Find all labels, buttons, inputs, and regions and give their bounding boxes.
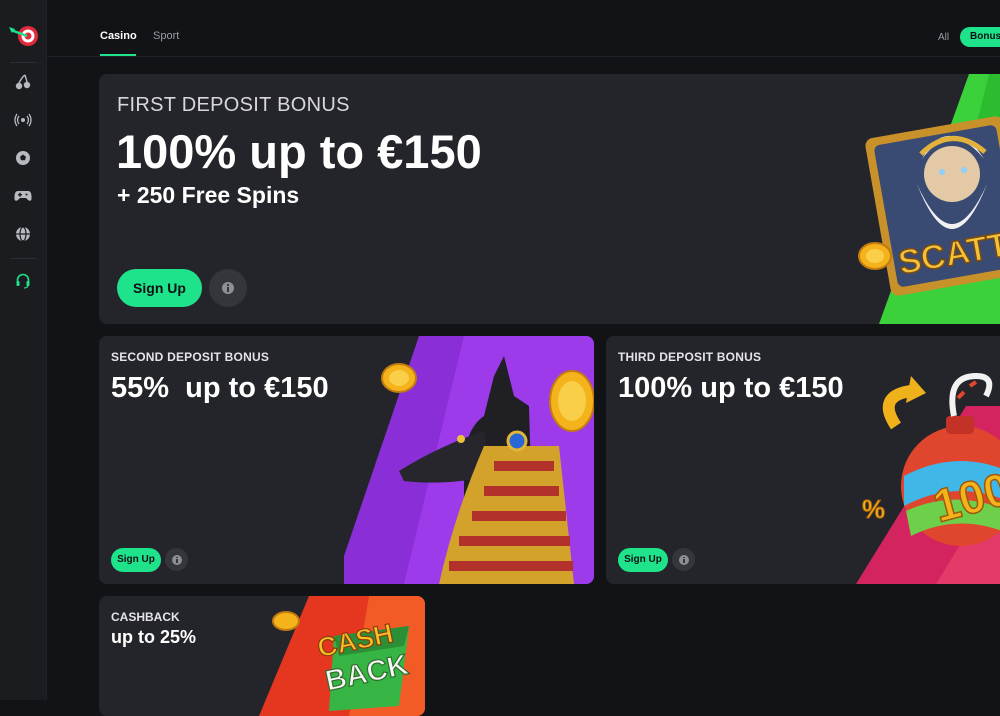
cherry-icon[interactable] xyxy=(13,72,33,92)
info-icon xyxy=(171,554,182,565)
info-icon xyxy=(222,282,234,294)
globe-icon[interactable] xyxy=(13,224,33,244)
gamepad-icon[interactable] xyxy=(13,186,33,206)
third-deposit-info-button[interactable] xyxy=(672,548,695,571)
second-deposit-signup-button[interactable]: Sign Up xyxy=(111,548,161,572)
filter-bonuses[interactable]: Bonuses xyxy=(960,27,1000,47)
support-headset-icon[interactable] xyxy=(13,271,33,291)
sidebar xyxy=(0,0,47,700)
third-deposit-label: THIRD DEPOSIT BONUS xyxy=(618,350,762,364)
filter-all[interactable]: All xyxy=(938,32,949,43)
live-broadcast-icon[interactable] xyxy=(13,110,33,130)
second-deposit-bonus-card: SECOND DEPOSIT BONUS 55% up to €150 Sign… xyxy=(99,336,594,584)
first-deposit-label: FIRST DEPOSIT BONUS xyxy=(117,94,350,116)
third-deposit-bonus-card: 100 % THIRD DEPOSIT BONUS 100% up to €15… xyxy=(606,336,1000,584)
second-deposit-title: 55% up to €150 xyxy=(111,372,329,404)
top-navigation: Casino Sport All Bonuses xyxy=(47,0,1000,57)
cashback-card: CASH BACK CASHBACK up to 25% xyxy=(99,596,425,716)
anubis-art xyxy=(344,336,594,584)
second-deposit-info-button[interactable] xyxy=(165,548,188,571)
logo-dart-target-icon[interactable] xyxy=(9,22,39,48)
first-deposit-subtitle: + 250 Free Spins xyxy=(117,182,300,208)
tab-sport[interactable]: Sport xyxy=(153,30,179,42)
sidebar-divider xyxy=(10,258,37,259)
sidebar-divider xyxy=(10,62,37,63)
tab-casino[interactable]: Casino xyxy=(100,30,137,42)
third-deposit-title: 100% up to €150 xyxy=(618,372,844,404)
active-tab-indicator xyxy=(100,54,136,56)
first-deposit-bonus-card: SCATT FIRST DEPOSIT BONUS 100% up to €15… xyxy=(99,74,1000,324)
soccer-ball-icon[interactable] xyxy=(13,148,33,168)
cashback-label: CASHBACK xyxy=(111,610,180,624)
first-deposit-signup-button[interactable]: Sign Up xyxy=(117,269,202,307)
first-deposit-info-button[interactable] xyxy=(209,269,247,307)
zeus-scatter-art: SCATT xyxy=(858,74,1000,324)
info-icon xyxy=(678,554,689,565)
second-deposit-label: SECOND DEPOSIT BONUS xyxy=(111,350,270,364)
first-deposit-title: 100% up to €150 xyxy=(116,125,482,178)
cashback-art: CASH BACK xyxy=(259,596,425,716)
cashback-title: up to 25% xyxy=(111,627,197,647)
bomb-art: 100 % xyxy=(856,372,1000,584)
percent-art-text: % xyxy=(862,494,885,524)
third-deposit-signup-button[interactable]: Sign Up xyxy=(618,548,668,572)
